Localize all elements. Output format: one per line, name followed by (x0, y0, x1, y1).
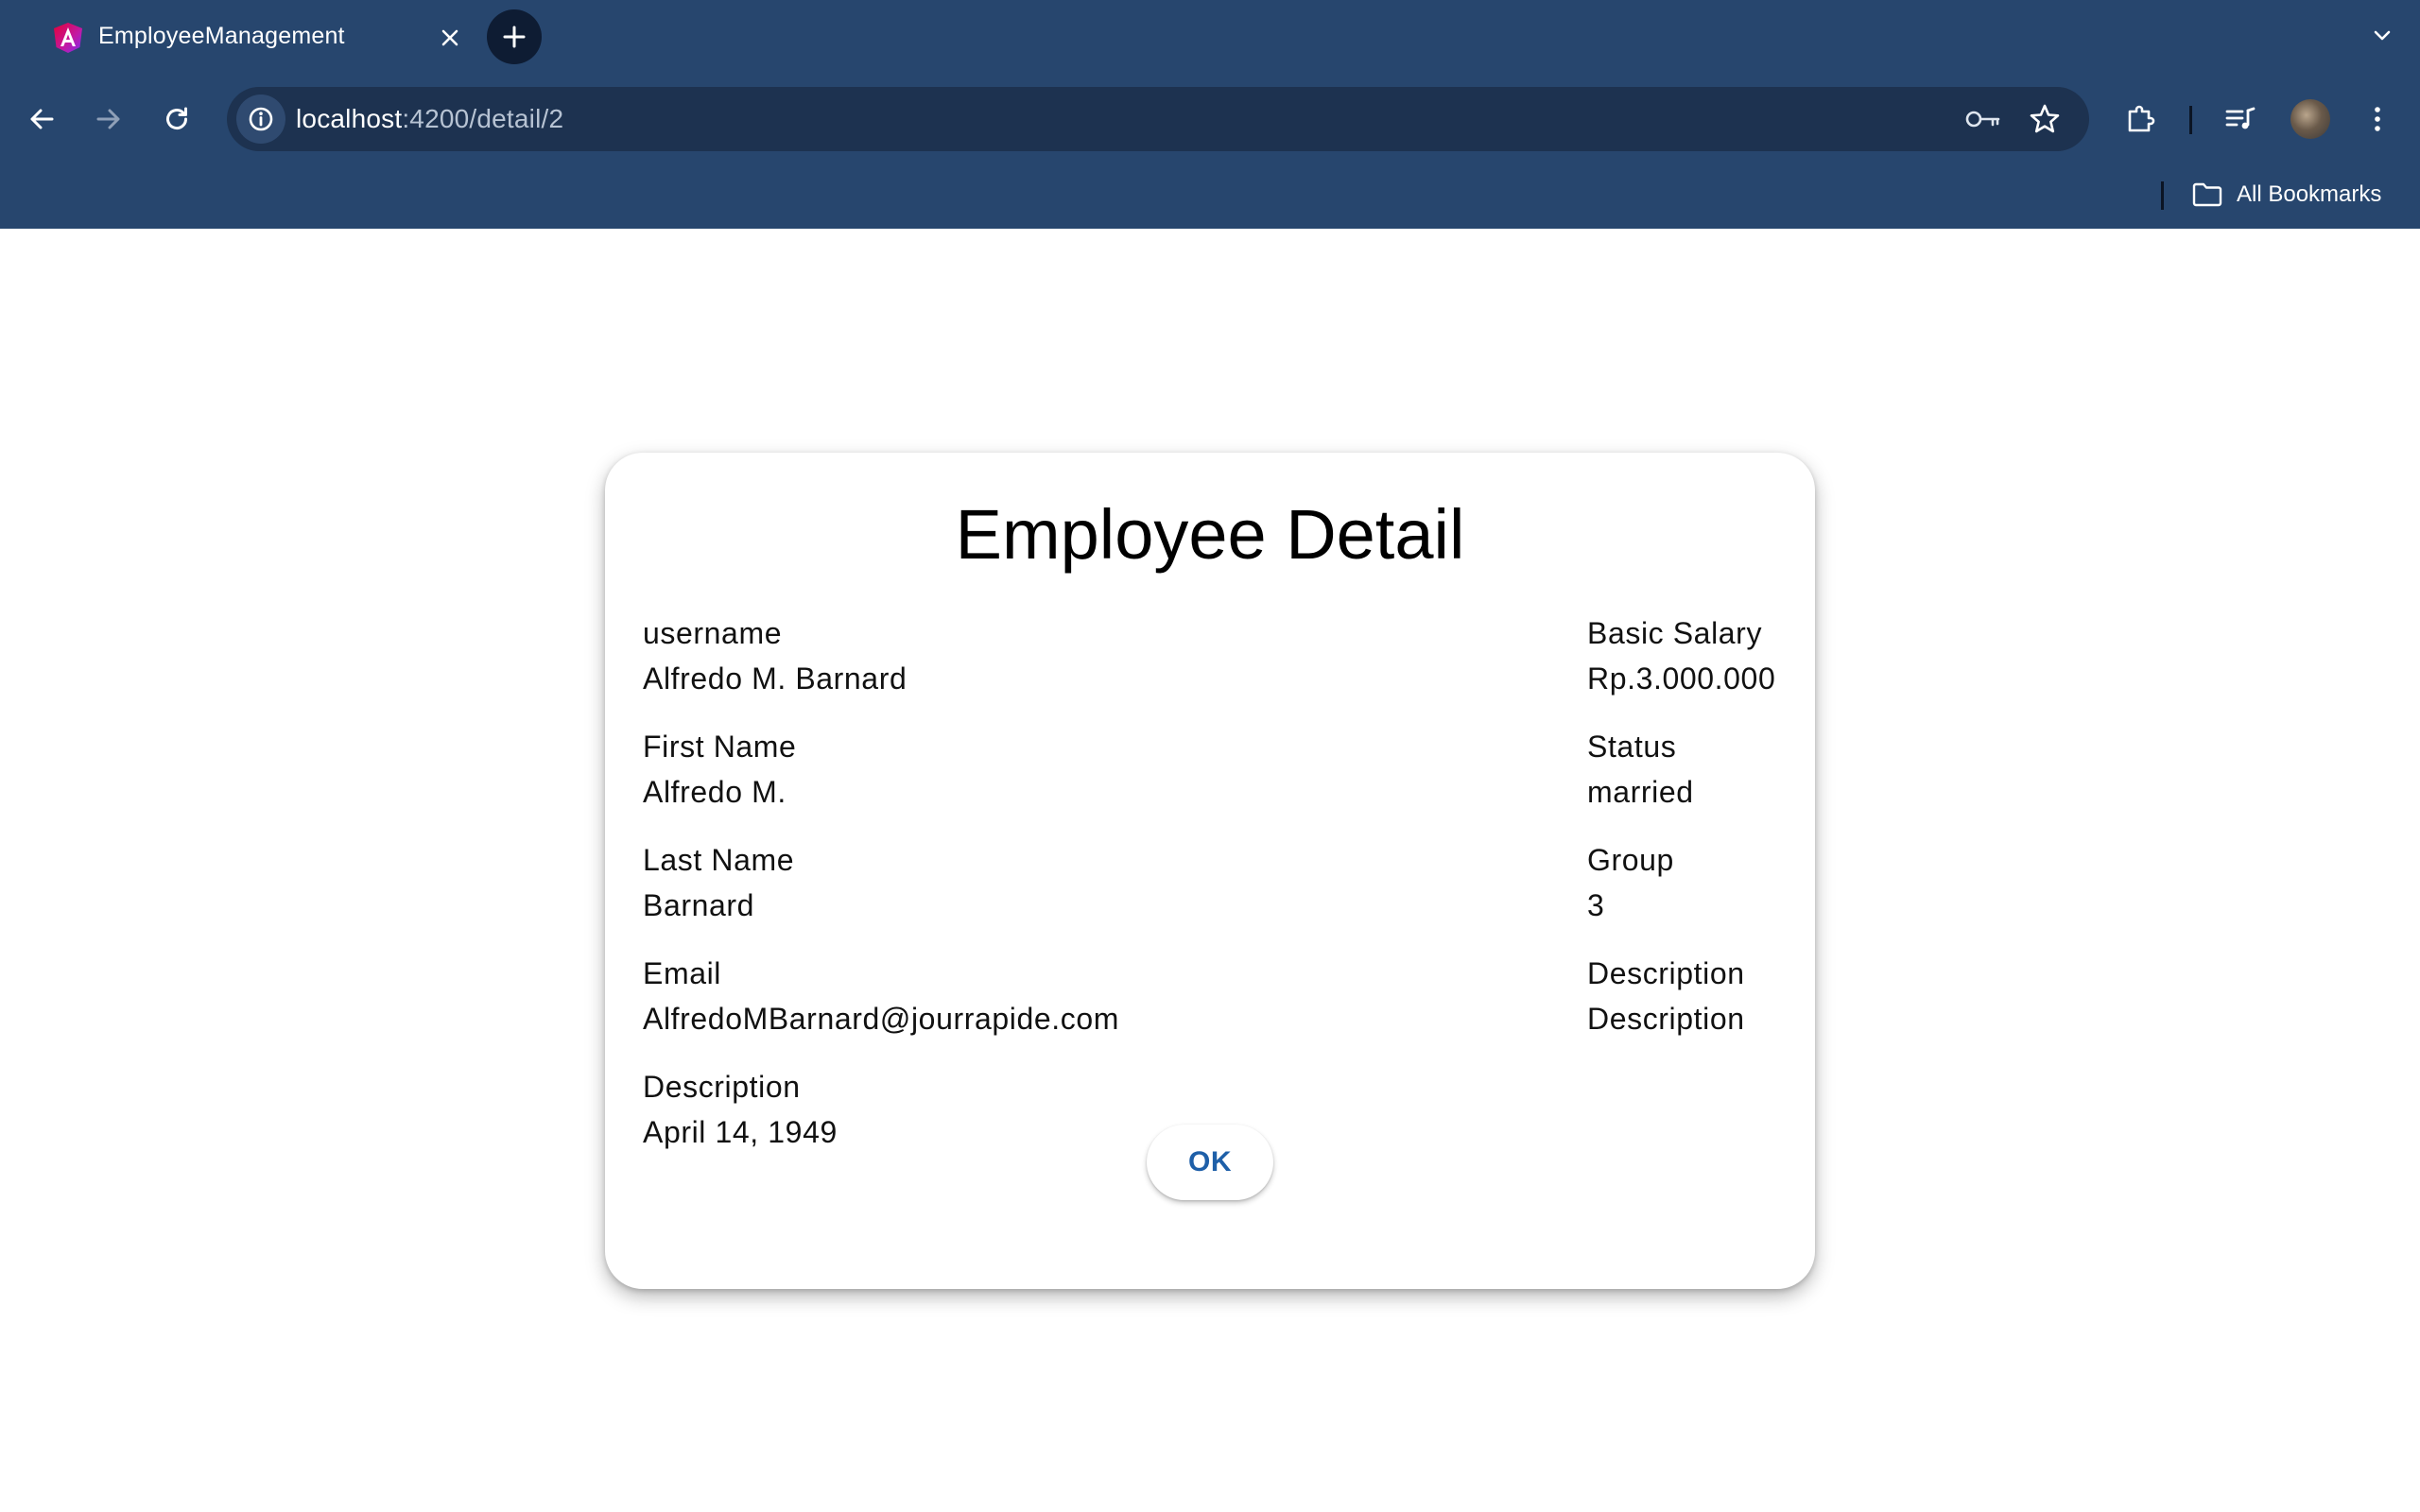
field-label: First Name (643, 730, 797, 764)
employee-detail-dialog: Employee Detail username Alfredo M. Barn… (605, 453, 1815, 1289)
site-info-button[interactable] (236, 94, 285, 144)
field-email: Email AlfredoMBarnard@jourrapide.com (643, 951, 1119, 1064)
field-birth-date: Description April 14, 1949 (643, 1064, 1119, 1177)
reload-icon (166, 107, 188, 130)
tab-strip: EmployeeManagement (0, 0, 2420, 76)
field-label: Email (643, 956, 722, 990)
dialog-title: Employee Detail (955, 495, 1465, 574)
field-description: Description Description (1587, 951, 1775, 1064)
field-value: Alfredo M. (643, 775, 786, 809)
url-host: localhost (296, 104, 403, 133)
bookmarks-bar: All Bookmarks (0, 168, 2420, 221)
plus-icon (503, 26, 526, 48)
kebab-menu-icon[interactable] (2356, 97, 2399, 141)
angular-logo-icon (54, 23, 82, 53)
field-label: Description (643, 1070, 801, 1104)
close-icon[interactable] (433, 21, 467, 55)
field-value: April 14, 1949 (643, 1115, 838, 1149)
url-text[interactable]: localhost:4200/detail/2 (296, 104, 563, 134)
field-value: Rp.3.000.000 (1587, 662, 1776, 696)
field-value: AlfredoMBarnard@jourrapide.com (643, 1002, 1120, 1036)
toolbar-divider (2189, 106, 2192, 134)
key-icon[interactable] (1964, 100, 2002, 138)
profile-avatar[interactable] (2290, 99, 2330, 139)
back-arrow-icon (30, 109, 54, 129)
field-value: Barnard (643, 888, 755, 922)
field-status: Status married (1587, 724, 1775, 837)
field-value: 3 (1587, 888, 1605, 922)
forward-button[interactable] (87, 97, 130, 141)
info-icon (249, 107, 273, 131)
tab-employee-management[interactable]: EmployeeManagement (32, 9, 475, 76)
reload-button[interactable] (155, 97, 199, 141)
field-value: married (1587, 775, 1694, 809)
tab-list-button[interactable] (2363, 17, 2401, 55)
chevron-down-icon (2374, 30, 2391, 41)
field-basic-salary: Basic Salary Rp.3.000.000 (1587, 610, 1775, 724)
field-username: username Alfredo M. Barnard (643, 610, 1119, 724)
field-label: Basic Salary (1587, 616, 1763, 650)
field-label: Group (1587, 843, 1674, 877)
bookmarks-divider (2161, 181, 2164, 210)
media-queue-icon[interactable] (2219, 97, 2262, 141)
right-field-column: Basic Salary Rp.3.000.000 Status married… (1587, 610, 1775, 1064)
puzzle-icon[interactable] (2118, 97, 2162, 141)
field-value: Description (1587, 1002, 1745, 1036)
all-bookmarks-label: All Bookmarks (2237, 181, 2382, 207)
field-label: Description (1587, 956, 1745, 990)
ok-button[interactable]: OK (1147, 1125, 1273, 1200)
field-first-name: First Name Alfredo M. (643, 724, 1119, 837)
field-label: username (643, 616, 783, 650)
back-button[interactable] (20, 97, 63, 141)
star-icon[interactable] (2026, 100, 2064, 138)
url-path: :4200/detail/2 (402, 104, 564, 133)
forward-arrow-icon (96, 109, 120, 129)
browser-chrome: EmployeeManagement localhost:4200/detail… (0, 0, 2420, 229)
field-label: Last Name (643, 843, 795, 877)
new-tab-button[interactable] (487, 9, 542, 64)
folder-icon (2192, 182, 2222, 207)
address-bar[interactable]: localhost:4200/detail/2 (227, 87, 2089, 151)
browser-toolbar: localhost:4200/detail/2 (0, 81, 2420, 157)
field-label: Status (1587, 730, 1677, 764)
left-field-column: username Alfredo M. Barnard First Name A… (643, 610, 1119, 1177)
field-last-name: Last Name Barnard (643, 837, 1119, 951)
page-content: Employee Detail username Alfredo M. Barn… (0, 229, 2420, 1512)
field-group: Group 3 (1587, 837, 1775, 951)
all-bookmarks-button[interactable]: All Bookmarks (2191, 176, 2381, 214)
tab-title: EmployeeManagement (98, 23, 345, 49)
field-value: Alfredo M. Barnard (643, 662, 908, 696)
